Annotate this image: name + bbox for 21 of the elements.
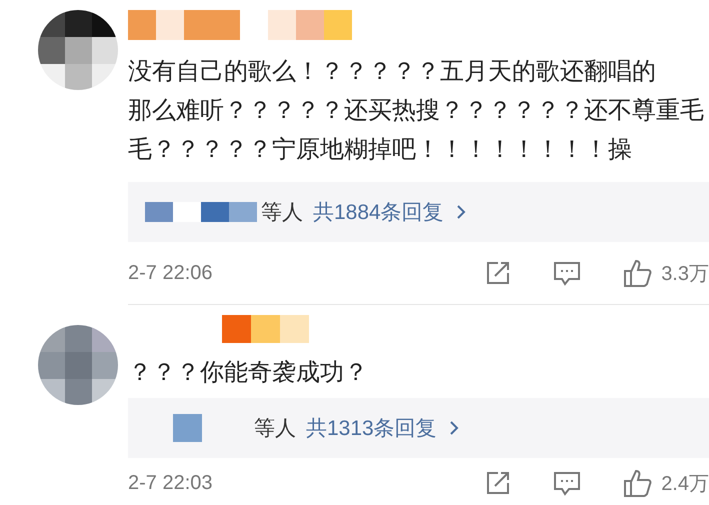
share-icon[interactable]: [485, 260, 512, 286]
thumbs-up-icon[interactable]: [623, 468, 654, 498]
chevron-icon[interactable]: [456, 204, 466, 220]
comment-text: 没有自己的歌么！？？？？？五月天的歌还翻唱的: [128, 57, 657, 87]
like-count: 2.4万: [661, 472, 709, 496]
replies-link[interactable]: 共1313条回复: [306, 414, 437, 442]
share-icon[interactable]: [485, 470, 512, 496]
comment-text: 毛？？？？？宁原地糊掉吧！！！！！！！！操: [128, 135, 633, 165]
replier-suffix: 等人: [261, 200, 303, 226]
redacted-name: [173, 414, 202, 442]
like-count: 3.3万: [661, 262, 709, 286]
replier-suffix: 等人: [254, 416, 296, 442]
comment-icon[interactable]: [553, 469, 582, 497]
comment-text: 那么难听？？？？？还买热搜？？？？？？还不尊重毛: [128, 96, 705, 126]
comment-time: 2-7 22:06: [128, 262, 214, 284]
replies-link[interactable]: 共1884条回复: [313, 198, 444, 226]
comment-text: ？？？你能奇袭成功？: [128, 358, 369, 388]
thumbs-up-icon[interactable]: [623, 258, 654, 288]
comment-icon[interactable]: [553, 259, 582, 287]
comment-time: 2-7 22:03: [128, 472, 214, 494]
chevron-icon[interactable]: [448, 420, 459, 436]
